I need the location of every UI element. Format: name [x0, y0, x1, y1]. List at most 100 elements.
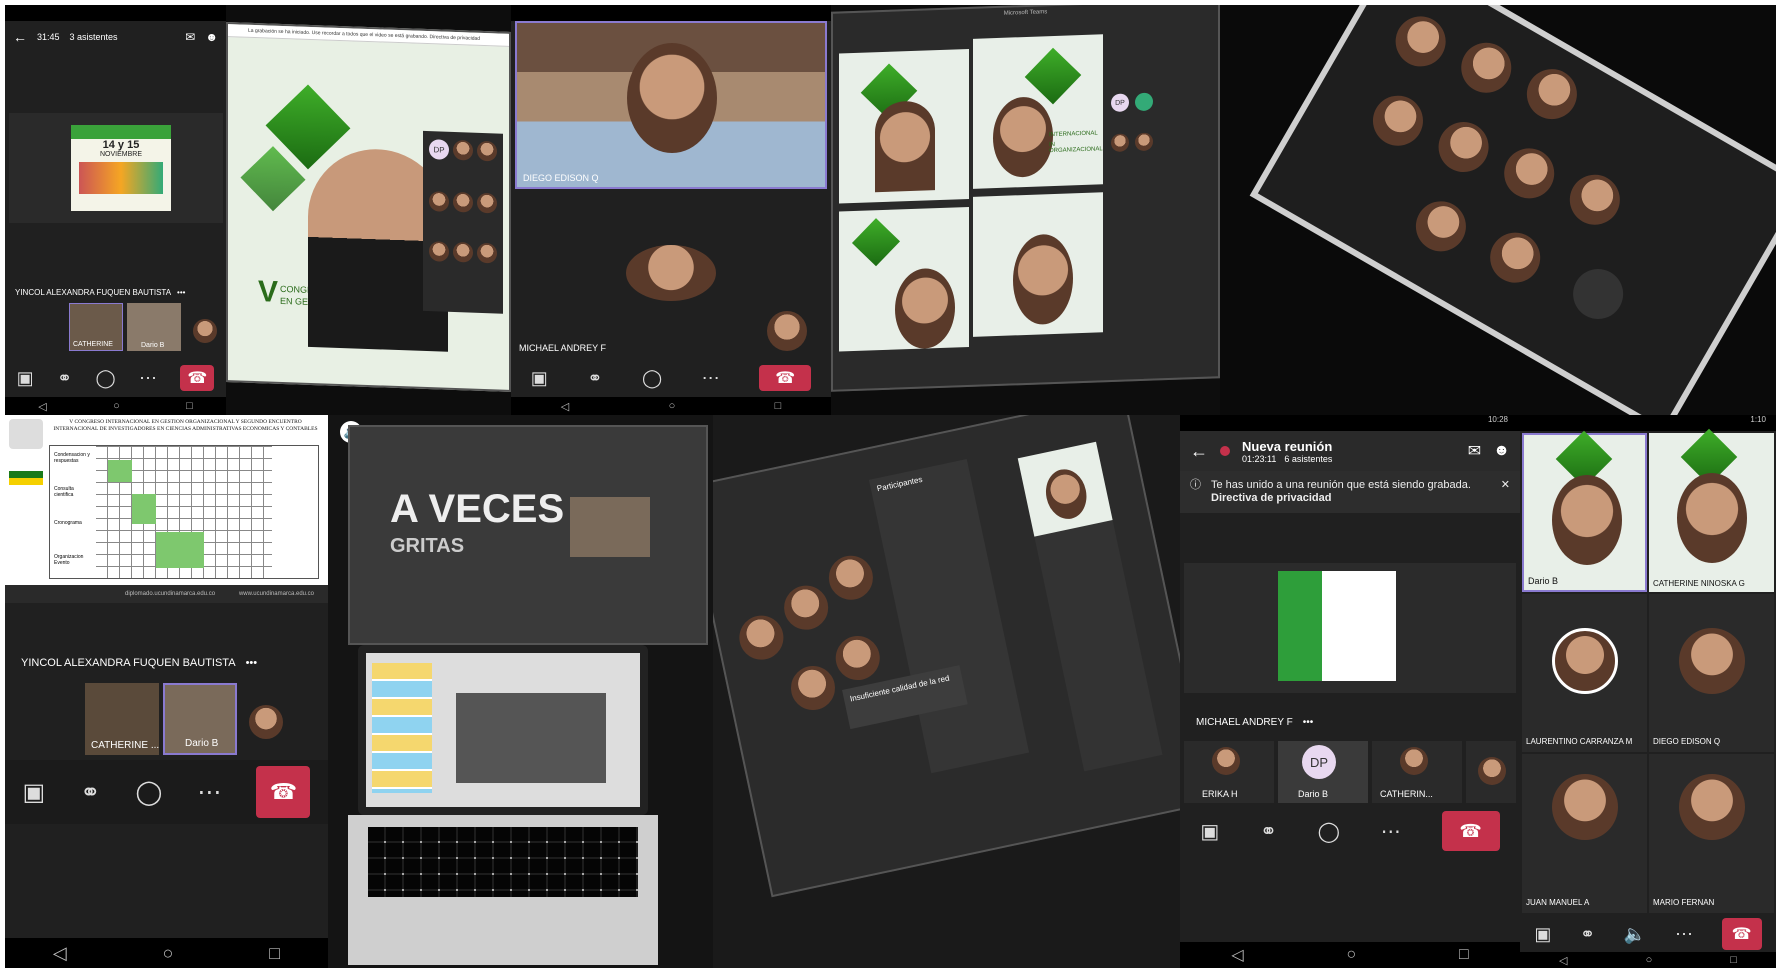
hang-up-button[interactable]: ☎ [256, 766, 311, 818]
recents-nav-icon[interactable]: □ [775, 400, 782, 412]
chat-icon[interactable]: ✉ [185, 30, 195, 44]
recents-nav-icon[interactable]: □ [1459, 946, 1469, 964]
more-icon[interactable]: ⋯ [702, 368, 720, 389]
thumb-video: CATHERINE [69, 303, 123, 351]
camera-off-icon[interactable]: ▣ [1200, 819, 1219, 844]
more-icon[interactable]: ⋯ [1381, 819, 1401, 844]
status-bar [5, 5, 226, 21]
speaker-icon[interactable]: ◯ [642, 368, 662, 389]
recording-dot-icon [1220, 446, 1230, 456]
thumb-strip: ERIKA H DP Dario B CATHERIN... [1184, 741, 1516, 803]
avatar [1135, 132, 1153, 152]
congress-text: INTERNACIONAL [1049, 130, 1098, 139]
meeting-title-block: Nueva reunión 01:23:11 6 asistentes [1242, 439, 1332, 464]
mic-off-icon[interactable]: ⚭ [57, 368, 72, 389]
android-nav: ◁ ○ □ [511, 397, 831, 415]
home-nav-icon[interactable]: ○ [669, 400, 676, 412]
more-icon[interactable]: ⋯ [139, 368, 157, 389]
camera-off-icon[interactable]: ▣ [23, 778, 46, 807]
camera-off-icon[interactable]: ▣ [531, 368, 548, 389]
video-column [1017, 441, 1163, 772]
avatar [831, 631, 884, 685]
home-nav-icon[interactable]: ○ [163, 943, 174, 964]
participant-grid: Dario B CATHERINE NINOSKA G LAURENTINO C… [1522, 428, 1774, 913]
participant-tile: DIEGO EDISON Q [1649, 593, 1774, 753]
back-arrow-icon[interactable]: ← [1190, 441, 1208, 462]
call-controls: ▣ ⚭ ◯ ⋯ ☎ [511, 361, 831, 395]
sticky-notes [372, 663, 432, 793]
avatar [780, 581, 833, 634]
avatar [1212, 747, 1240, 775]
close-icon[interactable]: ✕ [1501, 479, 1510, 505]
home-nav-icon[interactable]: ○ [1646, 954, 1653, 966]
avatar-initials: DP [1302, 745, 1336, 779]
back-nav-icon[interactable]: ◁ [1559, 954, 1567, 967]
mic-off-icon[interactable]: ⚭ [1260, 819, 1277, 844]
speaker-on-icon[interactable]: 🔈 [1624, 924, 1646, 945]
poster-month: NOVIEMBRE [99, 151, 142, 158]
status-bar: 1:10 [1520, 415, 1776, 431]
back-nav-icon[interactable]: ◁ [1231, 945, 1243, 965]
mic-off-icon[interactable]: ⚭ [587, 368, 602, 389]
speaker-icon[interactable]: ◯ [135, 778, 162, 807]
more-icon[interactable]: ⋯ [197, 778, 221, 807]
home-nav-icon[interactable]: ○ [113, 400, 120, 412]
camera-off-icon[interactable]: ▣ [17, 368, 34, 389]
back-nav-icon[interactable]: ◁ [53, 943, 67, 964]
tile-desk-laptop: 🔊 A VECES GRITAS [328, 415, 713, 968]
tile-android-call-2: DIEGO EDISON Q MICHAEL ANDREY F ▣ ⚭ ◯ ⋯ … [511, 5, 831, 415]
hang-up-button[interactable]: ☎ [180, 365, 215, 391]
avatar [249, 705, 283, 739]
hang-up-button[interactable]: ☎ [1441, 811, 1500, 851]
recents-nav-icon[interactable]: □ [269, 943, 280, 964]
home-nav-icon[interactable]: ○ [1346, 946, 1356, 964]
document-heading: V CONGRESO INTERNACIONAL EN GESTION ORGA… [53, 419, 318, 432]
meeting-header: ← Nueva reunión 01:23:11 6 asistentes ✉ … [1180, 431, 1520, 471]
recents-nav-icon[interactable]: □ [1730, 954, 1737, 966]
info-icon: ⓘ [1190, 479, 1201, 491]
avatar [477, 242, 497, 264]
chat-icon[interactable]: ✉ [1468, 441, 1481, 461]
speaker-icon[interactable]: ◯ [1318, 819, 1340, 844]
hang-up-button[interactable]: ☎ [759, 365, 812, 391]
participant-face [895, 267, 955, 350]
recents-nav-icon[interactable]: □ [186, 400, 193, 412]
avatar [1406, 192, 1476, 261]
thumb-video: Dario B [163, 683, 237, 755]
avatar [429, 241, 449, 262]
grid-video [839, 206, 969, 352]
speaker-label: YINCOL ALEXANDRA FUQUEN BAUTISTA ••• [21, 657, 258, 669]
back-arrow-icon[interactable]: ← [13, 29, 27, 45]
mic-off-icon[interactable]: ⚭ [80, 778, 100, 807]
mic-off-icon[interactable]: ⚭ [1580, 924, 1595, 945]
grid-video [973, 192, 1103, 337]
back-nav-icon[interactable]: ◁ [38, 400, 46, 413]
attendee-count: 6 asistentes [1284, 453, 1333, 464]
laptop-screen: Microsoft Teams INTERNACIONAL IN ORGANIZ… [831, 5, 1220, 392]
back-nav-icon[interactable]: ◁ [561, 400, 569, 413]
recording-banner: La grabación se ha iniciado. Use recorda… [228, 24, 509, 47]
participant-face [875, 100, 935, 193]
participant-tile: Dario B [1522, 430, 1647, 592]
participants-column: DP [1111, 92, 1171, 214]
avatar [1429, 112, 1498, 182]
keyboard [348, 815, 658, 965]
schedule-table: Condensacion y respuestas Consulta cient… [49, 445, 319, 579]
avatar [1495, 139, 1564, 208]
people-icon[interactable]: ☻ [1493, 442, 1510, 460]
speaker-icon[interactable]: ◯ [95, 368, 115, 389]
participant-tile: MARIO FERNAN [1649, 754, 1774, 913]
people-icon[interactable]: ☻ [205, 30, 218, 44]
more-icon[interactable]: ⋯ [1675, 924, 1693, 945]
document-footer: diplomado.ucundinamarca.edu.co www.ucund… [5, 585, 328, 603]
participant-tile: CATHERINE NINOSKA G [1649, 428, 1774, 592]
camera-off-icon[interactable]: ▣ [1534, 924, 1551, 945]
android-nav: ◁ ○ □ [1520, 952, 1776, 968]
participant-face [1013, 233, 1073, 326]
hang-up-button[interactable]: ☎ [1721, 918, 1762, 950]
call-controls: ▣ ⚭ ◯ ⋯ ☎ [5, 361, 226, 395]
tile-laptop-speaker: La grabación se ha iniciado. Use recorda… [226, 5, 511, 415]
android-nav: ◁ ○ □ [5, 938, 328, 968]
privacy-link[interactable]: Directiva de privacidad [1211, 492, 1331, 504]
avatar [1386, 7, 1455, 76]
